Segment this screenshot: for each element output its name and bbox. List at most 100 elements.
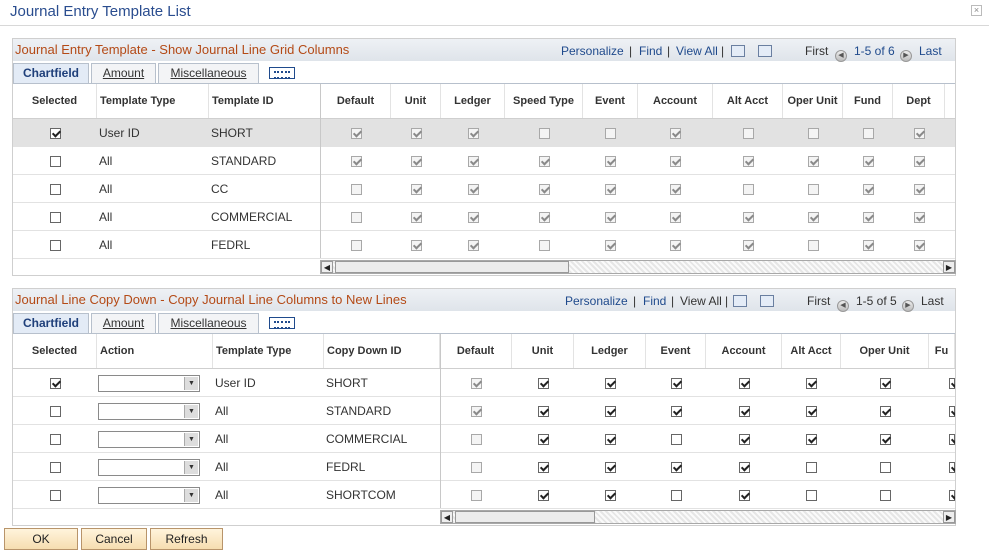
column-flag-checkbox[interactable] (670, 461, 682, 473)
selected-checkbox[interactable] (49, 211, 61, 223)
column-header-selected[interactable]: Selected (13, 334, 97, 368)
previous-icon[interactable]: ◀ (833, 44, 849, 62)
selected-checkbox[interactable] (49, 461, 61, 473)
show-all-columns-icon[interactable] (269, 67, 295, 79)
scroll-right-icon[interactable]: ▶ (943, 261, 955, 273)
column-flag-checkbox[interactable] (670, 405, 682, 417)
previous-icon[interactable]: ◀ (835, 294, 851, 312)
selected-checkbox[interactable] (49, 155, 61, 167)
column-header-unit[interactable]: Unit (512, 334, 574, 368)
column-flag-checkbox[interactable] (879, 461, 891, 473)
action-dropdown[interactable] (98, 458, 200, 476)
column-header-fu[interactable]: Fu (929, 334, 955, 368)
personalize-link[interactable]: Personalize (565, 294, 628, 308)
last-link[interactable]: Last (919, 44, 942, 58)
scroll-thumb[interactable] (455, 511, 595, 523)
column-header-oper-unit[interactable]: Oper Unit (783, 84, 843, 118)
column-header-event[interactable]: Event (646, 334, 706, 368)
column-flag-checkbox[interactable] (879, 489, 891, 501)
column-flag-checkbox[interactable] (738, 405, 750, 417)
action-dropdown[interactable] (98, 374, 200, 392)
refresh-button[interactable]: Refresh (150, 528, 223, 550)
column-flag-checkbox[interactable] (604, 461, 616, 473)
horizontal-scrollbar[interactable]: ◀ ▶ (320, 260, 956, 274)
column-header-copy-down-id[interactable]: Copy Down ID (324, 334, 440, 368)
action-dropdown[interactable] (98, 430, 200, 448)
view-all-link[interactable]: View All (680, 294, 722, 308)
selected-checkbox[interactable] (49, 127, 61, 139)
column-header-template-type[interactable]: Template Type (97, 84, 209, 118)
column-flag-checkbox[interactable] (879, 377, 891, 389)
tab-miscellaneous[interactable]: Miscellaneous (158, 313, 259, 333)
column-flag-checkbox[interactable] (949, 405, 955, 417)
column-flag-checkbox[interactable] (879, 405, 891, 417)
column-flag-checkbox[interactable] (604, 489, 616, 501)
zoom-icon[interactable] (731, 44, 745, 58)
find-link[interactable]: Find (639, 44, 662, 58)
find-link[interactable]: Find (643, 294, 666, 308)
column-header-alt-acct[interactable]: Alt Acct (782, 334, 841, 368)
tab-chartfield[interactable]: Chartfield (13, 63, 89, 84)
tab-miscellaneous[interactable]: Miscellaneous (158, 63, 259, 83)
column-flag-checkbox[interactable] (537, 461, 549, 473)
column-header-alt-acct[interactable]: Alt Acct (713, 84, 783, 118)
scroll-left-icon[interactable]: ◀ (321, 261, 333, 273)
column-header-template-type[interactable]: Template Type (213, 334, 324, 368)
column-header-default[interactable]: Default (440, 334, 512, 368)
next-icon[interactable]: ▶ (900, 294, 916, 312)
column-flag-checkbox[interactable] (738, 461, 750, 473)
column-flag-checkbox[interactable] (949, 433, 955, 445)
action-dropdown[interactable] (98, 486, 200, 504)
cancel-button[interactable]: Cancel (81, 528, 147, 550)
close-icon[interactable]: × (971, 5, 982, 16)
column-flag-checkbox[interactable] (806, 489, 817, 501)
column-header-action[interactable]: Action (97, 334, 213, 368)
column-flag-checkbox[interactable] (738, 433, 750, 445)
zoom-icon[interactable] (733, 294, 747, 308)
column-flag-checkbox[interactable] (738, 489, 750, 501)
column-header-oper-unit[interactable]: Oper Unit (841, 334, 929, 368)
selected-checkbox[interactable] (49, 183, 61, 195)
column-header-default[interactable]: Default (321, 84, 391, 118)
column-header-fund[interactable]: Fund (843, 84, 893, 118)
column-header-ledger[interactable]: Ledger (441, 84, 505, 118)
download-icon[interactable] (760, 294, 774, 308)
scroll-thumb[interactable] (335, 261, 569, 273)
selected-checkbox[interactable] (49, 405, 61, 417)
action-dropdown[interactable] (98, 402, 200, 420)
column-header-selected[interactable]: Selected (13, 84, 97, 118)
column-flag-checkbox[interactable] (537, 489, 549, 501)
column-flag-checkbox[interactable] (537, 377, 549, 389)
column-header-event[interactable]: Event (583, 84, 638, 118)
selected-checkbox[interactable] (49, 489, 61, 501)
selected-checkbox[interactable] (49, 433, 61, 445)
column-flag-checkbox[interactable] (806, 433, 817, 445)
column-flag-checkbox[interactable] (949, 489, 955, 501)
tab-amount[interactable]: Amount (91, 313, 156, 333)
column-flag-checkbox[interactable] (604, 377, 616, 389)
tab-chartfield[interactable]: Chartfield (13, 313, 89, 334)
column-header-account[interactable]: Account (706, 334, 782, 368)
column-flag-checkbox[interactable] (604, 405, 616, 417)
column-header-account[interactable]: Account (638, 84, 713, 118)
scroll-right-icon[interactable]: ▶ (943, 511, 955, 523)
selected-checkbox[interactable] (49, 239, 61, 251)
column-flag-checkbox[interactable] (670, 433, 682, 445)
view-all-link[interactable]: View All (676, 44, 718, 58)
column-flag-checkbox[interactable] (806, 377, 817, 389)
column-header-dept[interactable]: Dept (893, 84, 945, 118)
column-header-ledger[interactable]: Ledger (574, 334, 646, 368)
column-header-speed-type[interactable]: Speed Type (505, 84, 583, 118)
column-flag-checkbox[interactable] (537, 433, 549, 445)
next-icon[interactable]: ▶ (898, 44, 914, 62)
download-icon[interactable] (758, 44, 772, 58)
scroll-left-icon[interactable]: ◀ (441, 511, 453, 523)
column-flag-checkbox[interactable] (670, 377, 682, 389)
column-header-template-id[interactable]: Template ID (209, 84, 321, 118)
column-flag-checkbox[interactable] (879, 433, 891, 445)
selected-checkbox[interactable] (49, 377, 61, 389)
column-flag-checkbox[interactable] (949, 377, 955, 389)
column-flag-checkbox[interactable] (738, 377, 750, 389)
personalize-link[interactable]: Personalize (561, 44, 624, 58)
column-flag-checkbox[interactable] (604, 433, 616, 445)
